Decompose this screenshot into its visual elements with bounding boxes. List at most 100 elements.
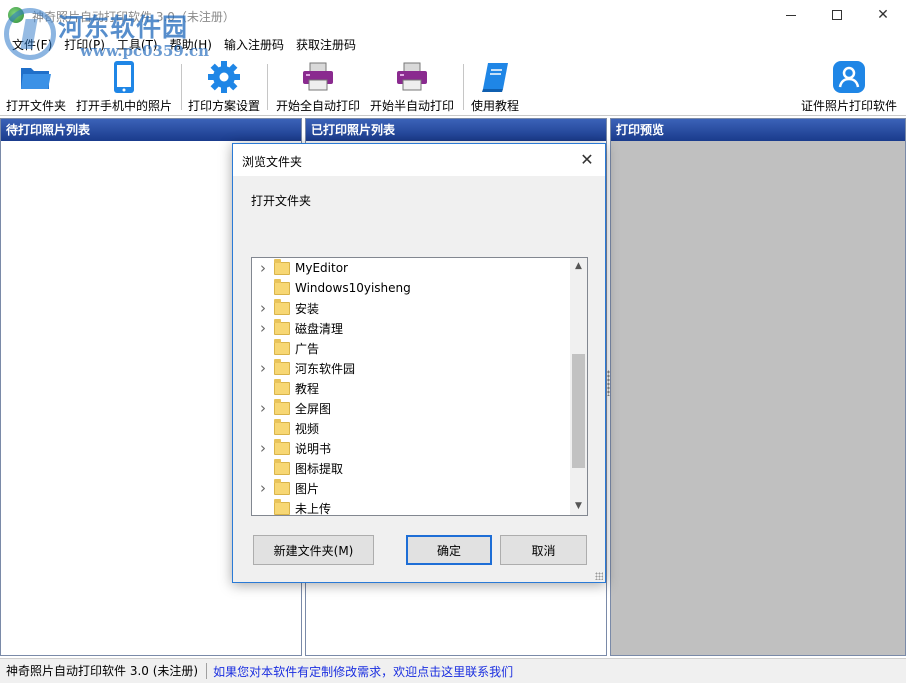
menu-get-code[interactable]: 获取注册码 xyxy=(290,34,362,56)
close-button[interactable]: ✕ xyxy=(860,0,906,30)
tutorial-label: 使用教程 xyxy=(471,99,520,113)
print-settings-label: 打印方案设置 xyxy=(188,99,261,113)
toolbar-separator xyxy=(267,64,268,110)
folder-icon xyxy=(274,458,290,475)
folder-tree-item[interactable]: › MyEditor xyxy=(252,258,570,278)
ok-button[interactable]: 确定 xyxy=(406,535,492,565)
toolbar: 打开文件夹 打开手机中的照片 打印方案设置 开始全自动打印 开始半自动打印 使用… xyxy=(0,58,906,116)
app-icon xyxy=(8,7,24,23)
folder-icon xyxy=(274,278,290,295)
id-photo-software-button[interactable]: 证件照片打印软件 xyxy=(801,60,897,114)
folder-tree-item[interactable]: › 全屏图 xyxy=(252,398,570,418)
folder-tree-item[interactable]: 图标提取 xyxy=(252,458,570,478)
semi-auto-print-button[interactable]: 开始半自动打印 xyxy=(370,60,454,114)
folder-icon xyxy=(274,338,290,355)
folder-name: 广告 xyxy=(295,341,320,356)
toolbar-separator xyxy=(463,64,464,110)
maximize-button[interactable] xyxy=(814,0,860,30)
folder-name: 视频 xyxy=(295,421,320,436)
folder-icon xyxy=(274,398,290,415)
phone-icon xyxy=(107,60,141,94)
folder-name: 未上传 xyxy=(295,501,332,516)
folder-tree-item[interactable]: 视频 xyxy=(252,418,570,438)
id-photo-label: 证件照片打印软件 xyxy=(801,99,898,113)
maximize-icon xyxy=(832,10,842,20)
folder-icon xyxy=(274,438,290,455)
chevron-right-icon[interactable]: › xyxy=(255,299,271,317)
dialog-title-bar: 浏览文件夹 ✕ xyxy=(233,144,605,176)
browse-folder-dialog: 浏览文件夹 ✕ 打开文件夹 › MyEditor Windows10yisheng ›… xyxy=(232,143,606,583)
folder-icon xyxy=(274,478,290,495)
scroll-thumb[interactable] xyxy=(572,354,585,468)
menu-tools[interactable]: 工具(T) xyxy=(111,34,164,56)
toolbar-separator xyxy=(181,64,182,110)
close-icon: ✕ xyxy=(580,150,594,169)
folder-icon xyxy=(274,358,290,375)
resize-grip[interactable] xyxy=(595,572,603,580)
minimize-button[interactable] xyxy=(768,0,814,30)
folder-name: 教程 xyxy=(295,381,320,396)
contact-link[interactable]: 如果您对本软件有定制修改需求，欢迎点击这里联系我们 xyxy=(207,663,513,680)
menu-help[interactable]: 帮助(H) xyxy=(164,34,218,56)
menu-bar: 文件(F) 打印(P) 工具(T) 帮助(H) 输入注册码 获取注册码 xyxy=(0,34,906,56)
folder-name: 河东软件园 xyxy=(295,361,356,376)
chevron-right-icon[interactable]: › xyxy=(255,259,271,277)
folder-tree[interactable]: › MyEditor Windows10yisheng › 安装 › 磁盘清理 广告 › 河东软件… xyxy=(251,257,588,516)
printer-icon xyxy=(395,60,429,94)
scroll-up-icon[interactable]: ▲ xyxy=(570,258,587,275)
chevron-right-icon[interactable]: › xyxy=(255,319,271,337)
folder-tree-item[interactable]: › 河东软件园 xyxy=(252,358,570,378)
dialog-description: 打开文件夹 xyxy=(251,194,312,208)
dialog-close-button[interactable]: ✕ xyxy=(577,150,597,170)
folder-tree-item[interactable]: 教程 xyxy=(252,378,570,398)
auto-print-button[interactable]: 开始全自动打印 xyxy=(276,60,360,114)
folder-tree-item[interactable]: 广告 xyxy=(252,338,570,358)
open-folder-button[interactable]: 打开文件夹 xyxy=(6,60,66,114)
preview-panel-header: 打印预览 xyxy=(611,119,905,141)
open-phone-label: 打开手机中的照片 xyxy=(76,99,173,113)
dialog-title: 浏览文件夹 xyxy=(242,155,303,169)
chevron-right-icon[interactable]: › xyxy=(255,439,271,457)
chevron-right-icon[interactable]: › xyxy=(255,479,271,497)
auto-print-label: 开始全自动打印 xyxy=(276,99,361,113)
close-icon: ✕ xyxy=(877,7,889,23)
folder-icon xyxy=(274,258,290,275)
chevron-right-icon[interactable]: › xyxy=(255,399,271,417)
print-preview-panel: 打印预览 xyxy=(610,118,906,656)
folder-name: Windows10yisheng xyxy=(295,281,411,295)
status-version: 神奇照片自动打印软件 3.0 (未注册) xyxy=(0,663,208,679)
folder-name: 磁盘清理 xyxy=(295,321,344,336)
chevron-right-icon[interactable]: › xyxy=(255,359,271,377)
scroll-down-icon[interactable]: ▼ xyxy=(570,498,587,515)
folder-tree-item[interactable]: Windows10yisheng xyxy=(252,278,570,298)
folder-icon xyxy=(274,298,290,315)
folder-icon xyxy=(19,60,53,94)
folder-tree-item[interactable]: › 磁盘清理 xyxy=(252,318,570,338)
folder-name: 说明书 xyxy=(295,441,332,456)
folder-icon xyxy=(274,418,290,435)
folder-name: 图片 xyxy=(295,481,320,496)
new-folder-button[interactable]: 新建文件夹(M) xyxy=(253,535,374,565)
title-bar: 神奇照片自动打印软件 3.0（未注册） ✕ xyxy=(0,0,906,32)
print-settings-button[interactable]: 打印方案设置 xyxy=(188,60,260,114)
folder-name: MyEditor xyxy=(295,261,348,275)
folder-tree-item[interactable]: › 安装 xyxy=(252,298,570,318)
open-folder-label: 打开文件夹 xyxy=(6,99,67,113)
menu-file[interactable]: 文件(F) xyxy=(6,34,58,56)
minimize-icon xyxy=(786,14,796,16)
menu-enter-code[interactable]: 输入注册码 xyxy=(218,34,290,56)
book-icon xyxy=(478,60,512,94)
open-phone-photos-button[interactable]: 打开手机中的照片 xyxy=(76,60,172,114)
tree-scrollbar[interactable]: ▲ ▼ xyxy=(570,258,587,515)
user-icon xyxy=(832,60,866,94)
cancel-button[interactable]: 取消 xyxy=(500,535,587,565)
folder-tree-item[interactable]: › 图片 xyxy=(252,478,570,498)
menu-print[interactable]: 打印(P) xyxy=(58,34,111,56)
folder-tree-item[interactable]: 未上传 xyxy=(252,498,570,516)
tutorial-button[interactable]: 使用教程 xyxy=(471,60,519,114)
gear-icon xyxy=(207,60,241,94)
semi-auto-print-label: 开始半自动打印 xyxy=(370,99,455,113)
window-title: 神奇照片自动打印软件 3.0（未注册） xyxy=(32,10,235,24)
folder-icon xyxy=(274,378,290,395)
folder-tree-item[interactable]: › 说明书 xyxy=(252,438,570,458)
